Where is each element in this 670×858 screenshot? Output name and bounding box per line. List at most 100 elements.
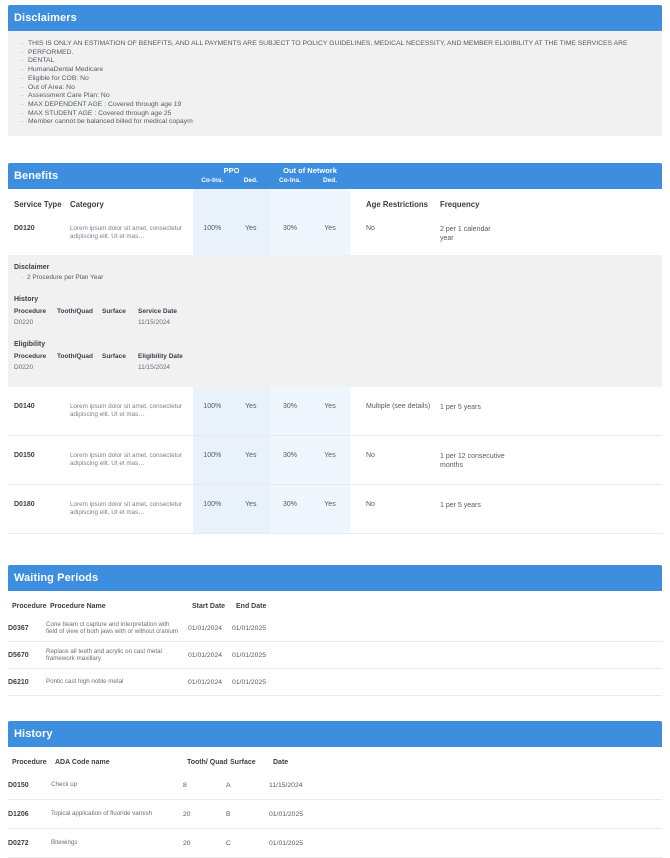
tooth-quad-column-header: Tooth/ Quad bbox=[187, 759, 230, 766]
benefit-row-d0180[interactable]: D0180 Lorem ipsum dolor sit amet, consec… bbox=[8, 485, 662, 534]
service-type-column-header: Service Type bbox=[14, 200, 70, 209]
history-row: D0150 Check up 8 A 11/15/2024 bbox=[8, 771, 662, 800]
disclaimer-item: DENTAL bbox=[21, 57, 650, 66]
disclaimer-item: PERFORMED. bbox=[21, 49, 650, 58]
section-title: Benefits bbox=[14, 170, 58, 182]
oon-coins-value: 30% bbox=[270, 452, 310, 484]
history-header-bar: History bbox=[8, 721, 662, 747]
service-type-code: D0150 bbox=[14, 452, 70, 484]
ppo-values: 100%Yes bbox=[193, 225, 270, 255]
benefit-row-d0150[interactable]: D0150 Lorem ipsum dolor sit amet, consec… bbox=[8, 436, 662, 485]
details-history-row: D0220 11/15/2024 bbox=[14, 319, 652, 326]
frequency-value: 1 per 5 years bbox=[440, 403, 506, 435]
details-history-block: History Procedure Tooth/Quad Surface Ser… bbox=[14, 296, 652, 326]
oon-ded-value: Yes bbox=[310, 452, 350, 484]
waiting-period-row: D0367 Cone beam ct capture and interpret… bbox=[8, 615, 662, 642]
waiting-periods-table-header-row: Procedure Procedure Name Start Date End … bbox=[8, 591, 662, 615]
frequency-value: 1 per 5 years bbox=[440, 501, 506, 533]
age-restrictions-value: No bbox=[366, 225, 440, 255]
procedure-code: D5670 bbox=[8, 652, 46, 659]
ppo-ded-value: Yes bbox=[232, 403, 271, 435]
procedure-code: D0150 bbox=[8, 782, 51, 789]
surface-value bbox=[102, 319, 138, 326]
procedure-name: Replace all teeth and acrylic on cast me… bbox=[46, 648, 188, 663]
procedure-column-header: Procedure bbox=[14, 308, 57, 315]
benefit-row-details-panel: Disclaimer 2 Procedure per Plan Year His… bbox=[8, 255, 662, 387]
oon-coins-value: 30% bbox=[270, 403, 310, 435]
date-value: 01/01/2025 bbox=[269, 811, 662, 818]
benefits-section: Benefits PPO Co-Ins. Ded. Out of Network… bbox=[8, 163, 662, 534]
end-date-value: 01/01/2025 bbox=[232, 679, 662, 686]
ada-code-name: Topical application of fluoride varnish bbox=[51, 810, 183, 818]
frequency-column-header: Frequency bbox=[440, 200, 662, 209]
start-date-column-header: Start Date bbox=[192, 603, 236, 610]
ada-code-name: Bitewings bbox=[51, 839, 183, 847]
ppo-ded-value: Yes bbox=[232, 452, 271, 484]
surface-column-header: Surface bbox=[102, 308, 138, 315]
oon-values: 30%Yes bbox=[270, 501, 350, 533]
ppo-coins-label: Co-Ins. bbox=[193, 176, 232, 185]
disclaimers-header-bar: Disclaimers bbox=[8, 5, 662, 31]
details-eligibility-title: Eligibility bbox=[14, 341, 652, 348]
disclaimer-item: Out of Area: No bbox=[21, 84, 650, 93]
oon-coins-value: 30% bbox=[270, 225, 310, 255]
ppo-label: PPO bbox=[193, 166, 270, 176]
ppo-coins-value: 100% bbox=[193, 452, 232, 484]
oon-ded-label: Ded. bbox=[310, 176, 350, 185]
surface-value bbox=[102, 364, 138, 371]
date-value: 01/01/2025 bbox=[269, 840, 662, 847]
disclaimer-item: THIS IS ONLY AN ESTIMATION OF BENEFITS, … bbox=[21, 40, 650, 49]
ppo-coins-value: 100% bbox=[193, 501, 232, 533]
tooth-quad-value bbox=[57, 364, 102, 371]
procedure-name-column-header: Procedure Name bbox=[50, 603, 192, 610]
oon-ded-value: Yes bbox=[310, 501, 350, 533]
surface-column-header: Surface bbox=[230, 759, 273, 766]
end-date-column-header: End Date bbox=[236, 603, 662, 610]
tooth-quad-value: 8 bbox=[183, 782, 226, 789]
history-section: History Procedure ADA Code name Tooth/ Q… bbox=[8, 721, 662, 858]
eligibility-date-value: 11/15/2024 bbox=[138, 364, 652, 371]
age-restrictions-value: Multiple (see details) bbox=[366, 403, 440, 435]
details-eligibility-block: Eligibility Procedure Tooth/Quad Surface… bbox=[14, 341, 652, 371]
oon-coins-value: 30% bbox=[270, 501, 310, 533]
oon-ded-value: Yes bbox=[310, 403, 350, 435]
disclaimer-item: HumanaDental Medicare bbox=[21, 66, 650, 75]
service-type-code: D0140 bbox=[14, 403, 70, 435]
benefit-row-d0140[interactable]: D0140 Lorem ipsum dolor sit amet, consec… bbox=[8, 387, 662, 436]
end-date-value: 01/01/2025 bbox=[232, 625, 662, 632]
details-history-title: History bbox=[14, 296, 652, 303]
service-date-value: 11/15/2024 bbox=[138, 319, 652, 326]
service-date-column-header: Service Date bbox=[138, 308, 652, 315]
oon-values: 30%Yes bbox=[270, 452, 350, 484]
benefits-estimation-page: Disclaimers THIS IS ONLY AN ESTIMATION O… bbox=[0, 0, 670, 858]
benefits-table-header-row: Service Type Category Age Restrictions F… bbox=[8, 189, 662, 219]
tooth-quad-column-header: Tooth/Quad bbox=[57, 353, 102, 360]
age-restrictions-column-header: Age Restrictions bbox=[366, 200, 440, 209]
section-title: Waiting Periods bbox=[14, 572, 98, 584]
procedure-column-header: Procedure bbox=[14, 353, 57, 360]
procedure-code: D0367 bbox=[8, 625, 46, 632]
surface-column-header: Surface bbox=[102, 353, 138, 360]
ppo-ded-value: Yes bbox=[232, 501, 271, 533]
service-type-code: D0120 bbox=[14, 225, 70, 255]
benefit-row-d0120[interactable]: D0120 Lorem ipsum dolor sit amet, consec… bbox=[8, 219, 662, 255]
procedure-value: D0220 bbox=[14, 319, 57, 326]
waiting-periods-header-bar: Waiting Periods bbox=[8, 565, 662, 591]
procedure-code: D0272 bbox=[8, 840, 51, 847]
eligibility-date-column-header: Eligibility Date bbox=[138, 353, 652, 360]
end-date-value: 01/01/2025 bbox=[232, 652, 662, 659]
start-date-value: 01/01/2024 bbox=[188, 679, 232, 686]
details-eligibility-row: D0220 11/15/2024 bbox=[14, 364, 652, 371]
ppo-ded-value: Yes bbox=[232, 225, 271, 255]
start-date-value: 01/01/2024 bbox=[188, 652, 232, 659]
waiting-period-row: D6210 Pontic cast high noble metal 01/01… bbox=[8, 669, 662, 696]
procedure-value: D0220 bbox=[14, 364, 57, 371]
ppo-ded-label: Ded. bbox=[232, 176, 271, 185]
procedure-name: Cone beam ct capture and interpretation … bbox=[46, 621, 188, 636]
details-disclaimer-title: Disclaimer bbox=[14, 264, 652, 271]
waiting-period-row: D5670 Replace all teeth and acrylic on c… bbox=[8, 642, 662, 669]
procedure-name: Pontic cast high noble metal bbox=[46, 678, 188, 686]
details-eligibility-header-row: Procedure Tooth/Quad Surface Eligibility… bbox=[14, 353, 652, 360]
frequency-value: 1 per 12 consecutive months bbox=[440, 452, 506, 484]
category-text: Lorem ipsum dolor sit amet, consectetur … bbox=[70, 225, 193, 255]
